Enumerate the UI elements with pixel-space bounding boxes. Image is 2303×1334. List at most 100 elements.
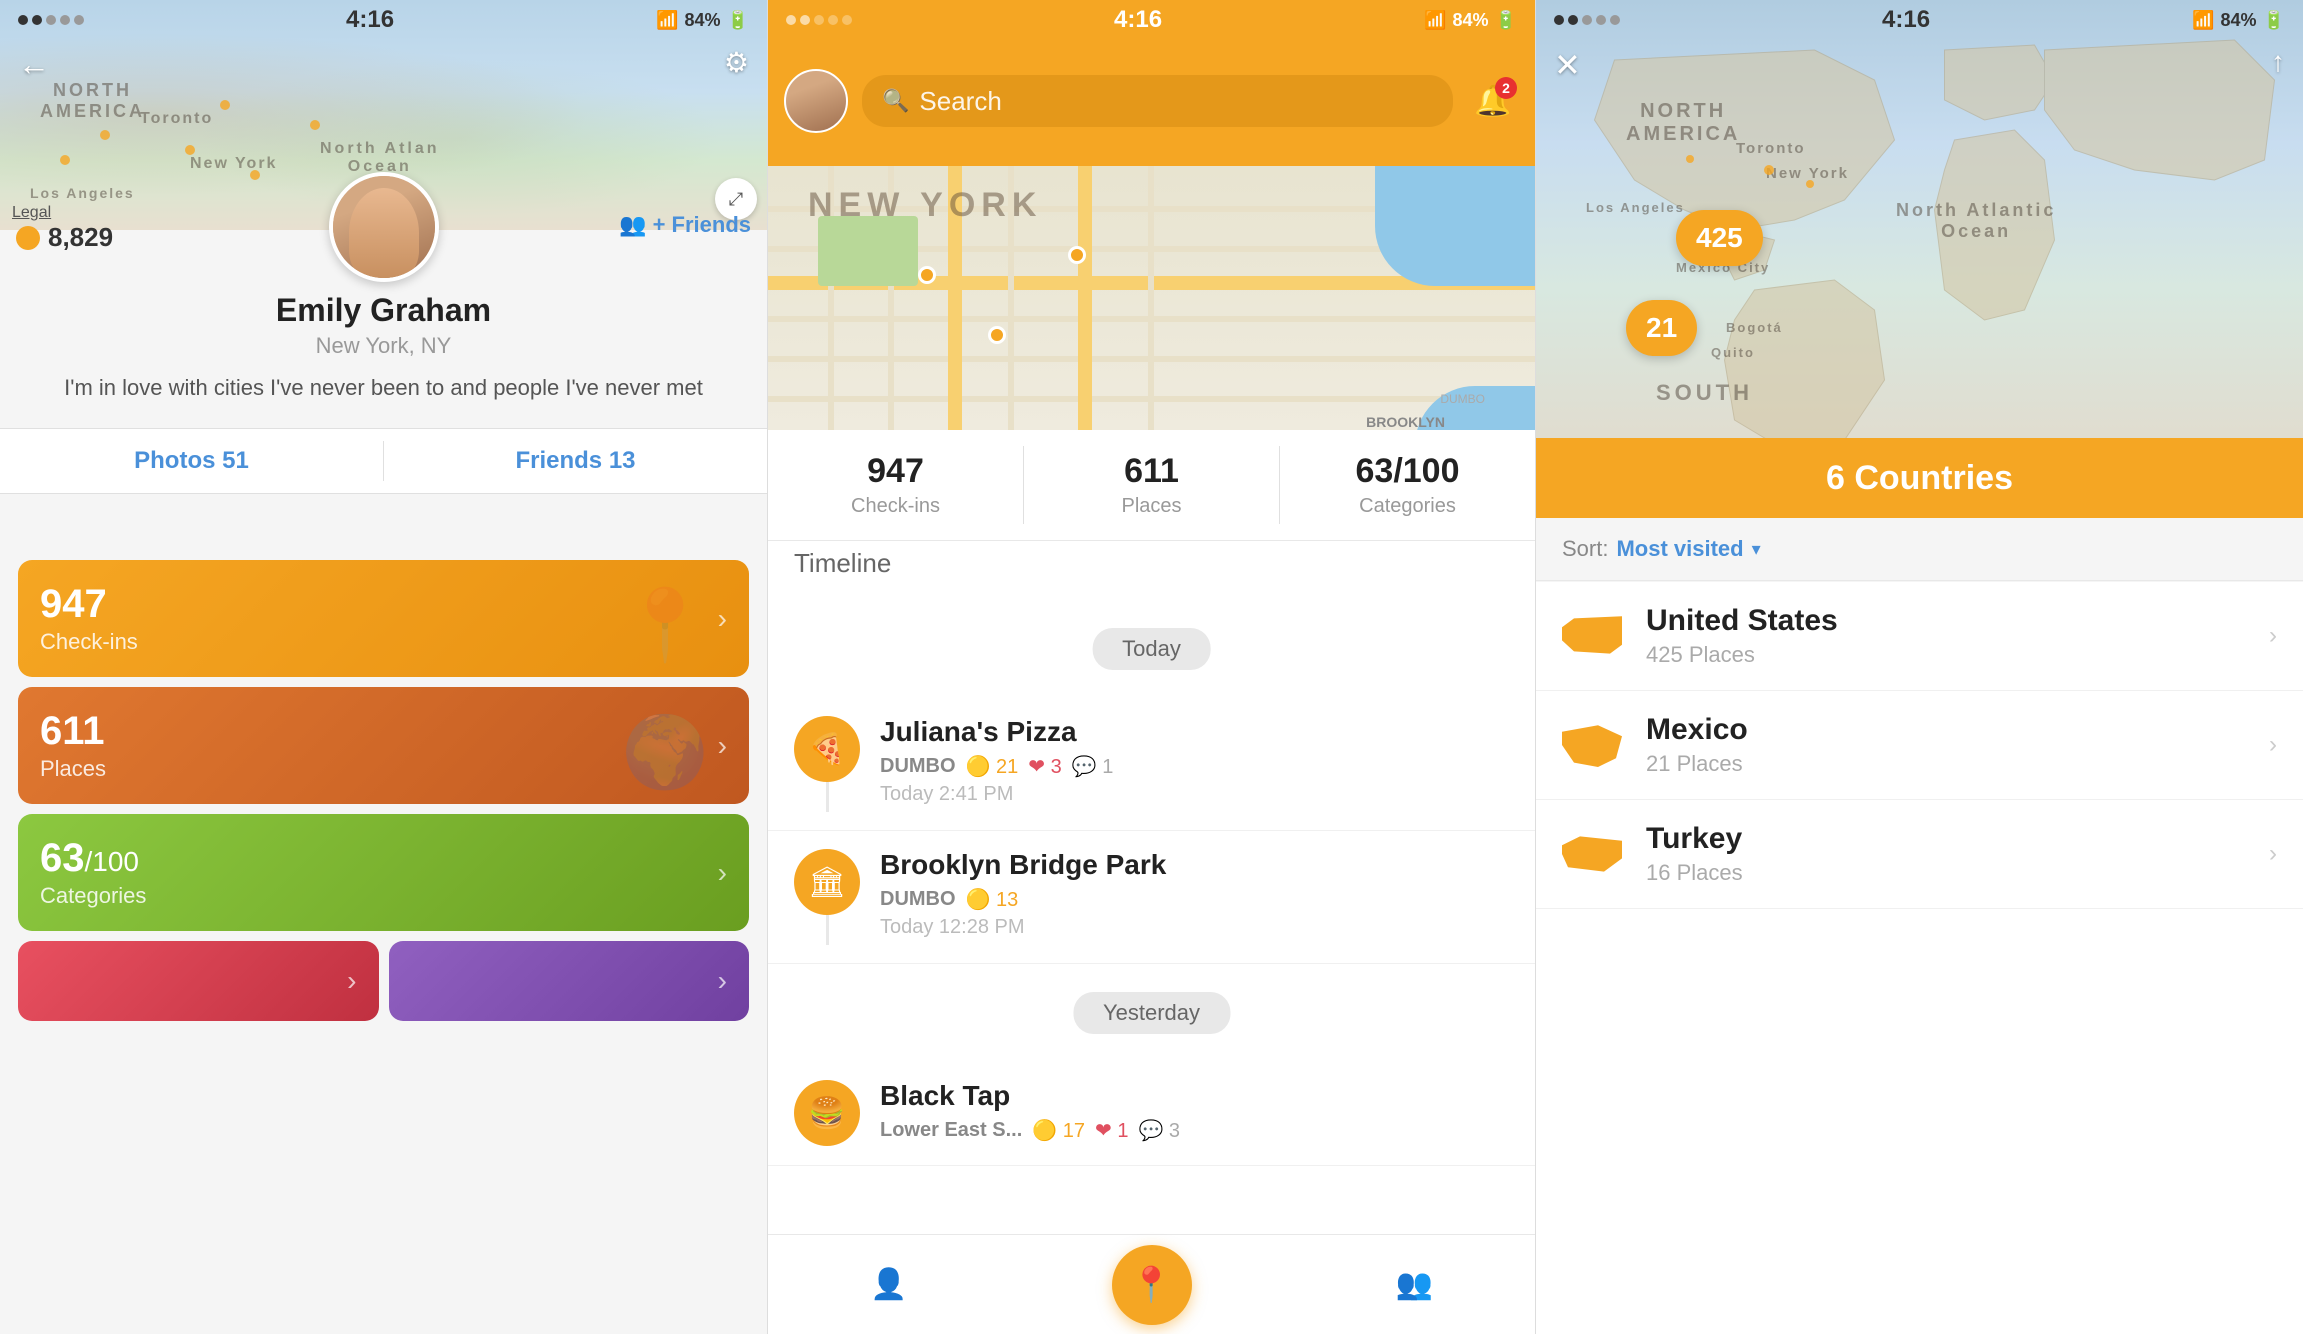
dumbo-label: DUMBO (1440, 392, 1485, 406)
checkins-number: 947 (40, 582, 138, 627)
map-pin (220, 100, 230, 110)
ny-label: NEW YORK (808, 186, 1042, 225)
clock: 4:16 (346, 6, 394, 34)
south-label: SOUTH (1656, 380, 1753, 406)
venue-meta-3: Lower East S... 🟡 17 ❤ 1 💬 3 (880, 1118, 1509, 1143)
card-arrow-5: › (718, 965, 727, 997)
back-button[interactable]: ← (18, 46, 50, 83)
card-arrow-2: › (718, 730, 727, 762)
venue-time-2: Today 12:28 PM (880, 916, 1509, 939)
user-stats-row: 947 Check-ins 611 Places 63/100 Categori… (768, 430, 1535, 541)
battery-text-3: 84% (2221, 10, 2257, 31)
venue-location-2: DUMBO (880, 888, 956, 911)
world-map-background: NORTHAMERICA North AtlanticOcean Toronto… (1536, 0, 2303, 480)
country-item-usa[interactable]: United States 425 Places › (1536, 582, 2303, 691)
categories-number: 63/100 (40, 836, 146, 881)
search-bar[interactable]: 🔍 Search (862, 75, 1453, 127)
checkins-label: Check-ins (40, 629, 138, 655)
battery-icon-2: 🔋 (1495, 10, 1517, 31)
location-pin-icon: 📍 (1130, 1265, 1172, 1305)
countries-list: United States 425 Places › Mexico 21 Pla… (1536, 582, 2303, 1334)
coin-icon (16, 226, 40, 250)
timeline-list: Today 🍕 Juliana's Pizza DUMBO 🟡 21 ❤ 3 💬… (768, 600, 1535, 1234)
notification-badge: 2 (1495, 77, 1517, 99)
yesterday-badge: Yesterday (1073, 992, 1230, 1034)
country-item-mexico[interactable]: Mexico 21 Places › (1536, 691, 2303, 800)
header-avatar[interactable] (784, 69, 848, 133)
turkey-name: Turkey (1646, 822, 2269, 856)
mexico-info: Mexico 21 Places (1646, 713, 2269, 777)
ocean-label: North AtlanOcean (320, 140, 440, 176)
venue-icon-pizza: 🍕 (794, 716, 860, 782)
places-card[interactable]: 611 Places 🌍 › (18, 687, 749, 804)
timeline-dot-wrap: 🍕 (794, 716, 860, 812)
usa-pin-2 (1806, 180, 1814, 188)
categories-stat-label: Categories (1280, 495, 1535, 518)
close-button[interactable]: ✕ (1554, 46, 1581, 84)
country-item-turkey[interactable]: Turkey 16 Places › (1536, 800, 2303, 909)
nav-friends[interactable]: 👥 (1396, 1267, 1433, 1302)
stats-places[interactable]: 611 Places (1024, 430, 1279, 540)
wifi-icon: 📶 (656, 10, 678, 31)
usa-flag-icon (1562, 614, 1622, 658)
wifi-icon-3: 📶 (2192, 10, 2214, 31)
countries-banner: 6 Countries (1536, 438, 2303, 518)
mexico-name: Mexico (1646, 713, 2269, 747)
venue-name-3: Black Tap (880, 1080, 1509, 1112)
timeline-item[interactable]: 🏛 Brooklyn Bridge Park DUMBO 🟡 13 Today … (768, 831, 1535, 964)
turkey-places: 16 Places (1646, 860, 2269, 886)
group-icon: 👥 (1396, 1267, 1433, 1302)
nav-profile[interactable]: 👤 (870, 1267, 907, 1302)
profile-name: Emily Graham (276, 292, 491, 329)
usa-pin-3 (1686, 155, 1694, 163)
checkins-stat-label: Check-ins (768, 495, 1023, 518)
share-button[interactable]: ↑ (2271, 46, 2285, 78)
status-bar-2: 4:16 📶 84% 🔋 (768, 0, 1535, 40)
wifi-icon-2: 📶 (1424, 10, 1446, 31)
profile-panel: NORTHAMERICA North AtlanOcean Toronto Ne… (0, 0, 768, 1334)
turkey-info: Turkey 16 Places (1646, 822, 2269, 886)
person-icon: 👤 (870, 1267, 907, 1302)
stats-checkins[interactable]: 947 Check-ins (768, 430, 1023, 540)
status-bar-3: 4:16 📶 84% 🔋 (1536, 0, 2303, 40)
bottom-card-2[interactable]: › (389, 941, 750, 1021)
timeline-dot-wrap-2: 🏛 (794, 849, 860, 945)
timeline-item[interactable]: 🍔 Black Tap Lower East S... 🟡 17 ❤ 1 💬 3 (768, 1062, 1535, 1166)
countries-count: 6 Countries (1826, 459, 2013, 498)
map-preview[interactable]: NEW YORK Legal BROOKLYNBRIDGE DUMBO (768, 166, 1535, 466)
profile-location: New York, NY (316, 333, 452, 359)
countries-panel: 4:16 📶 84% 🔋 NORTHAMERICA North A (1536, 0, 2303, 1334)
usa-count-bubble: 425 (1676, 210, 1763, 266)
categories-label: Categories (40, 883, 146, 909)
venue-name: Juliana's Pizza (880, 716, 1509, 748)
stats-categories[interactable]: 63/100 Categories (1280, 430, 1535, 540)
venue-meta: DUMBO 🟡 21 ❤ 3 💬 1 (880, 754, 1509, 779)
timeline-item[interactable]: 🍕 Juliana's Pizza DUMBO 🟡 21 ❤ 3 💬 1 Tod… (768, 698, 1535, 831)
chevron-down-icon[interactable]: ▾ (1752, 539, 1761, 560)
add-friends-button[interactable]: 👥 + Friends (619, 212, 751, 238)
card-watermark: 📍 (622, 585, 709, 667)
coin-indicator-2: 🟡 13 (966, 887, 1019, 912)
bottom-card-1[interactable]: › (18, 941, 379, 1021)
settings-button[interactable]: ⚙ (724, 46, 749, 79)
categories-card[interactable]: 63/100 Categories › (18, 814, 749, 931)
nav-checkin-button[interactable]: 📍 (1112, 1245, 1192, 1325)
notifications-button[interactable]: 🔔 2 (1467, 75, 1519, 127)
tab-friends[interactable]: Friends 13 (384, 429, 767, 493)
map-pin (310, 120, 320, 130)
checkins-card[interactable]: 947 Check-ins 📍 › (18, 560, 749, 677)
usa-arrow: › (2269, 622, 2277, 650)
card-watermark-2: 🌍 (622, 712, 709, 794)
map-pin-2 (988, 326, 1006, 344)
sort-value[interactable]: Most visited (1616, 536, 1743, 562)
tab-photos[interactable]: Photos 51 (0, 429, 383, 493)
battery-icon-3: 🔋 (2263, 10, 2285, 31)
turkey-arrow: › (2269, 840, 2277, 868)
ocean-label-3: North AtlanticOcean (1896, 200, 2056, 242)
heart-indicator: ❤ 3 (1028, 754, 1061, 779)
battery-text-2: 84% (1453, 10, 1489, 31)
timeline-item-content: Juliana's Pizza DUMBO 🟡 21 ❤ 3 💬 1 Today… (880, 716, 1509, 806)
status-bar-1: 4:16 📶 84% 🔋 (0, 0, 767, 40)
mexico-arrow: › (2269, 731, 2277, 759)
venue-location-3: Lower East S... (880, 1119, 1022, 1142)
